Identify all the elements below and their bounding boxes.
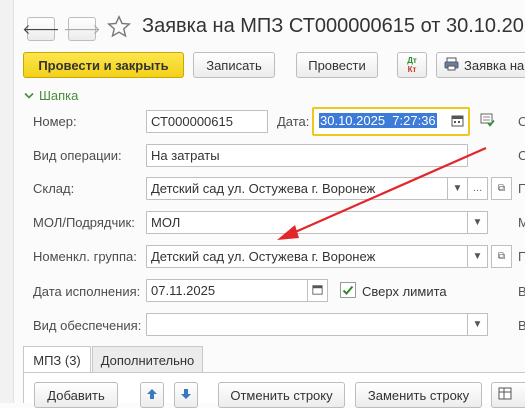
tab-additional[interactable]: Дополнительно [92,346,203,373]
replace-row-button[interactable]: Заменить строку [355,382,482,408]
table-extra-button[interactable] [491,382,525,408]
move-up-button[interactable] [140,382,164,408]
cancel-row-button[interactable]: Отменить строку [218,382,345,408]
tab-mpz[interactable]: МПЗ (3) [23,346,91,373]
table-icon [498,387,512,403]
arrow-down-icon [180,388,192,403]
annotation-arrow [277,146,487,240]
move-down-button[interactable] [174,382,198,408]
arrow-up-icon [146,388,158,403]
add-row-button[interactable]: Добавить [34,382,118,408]
